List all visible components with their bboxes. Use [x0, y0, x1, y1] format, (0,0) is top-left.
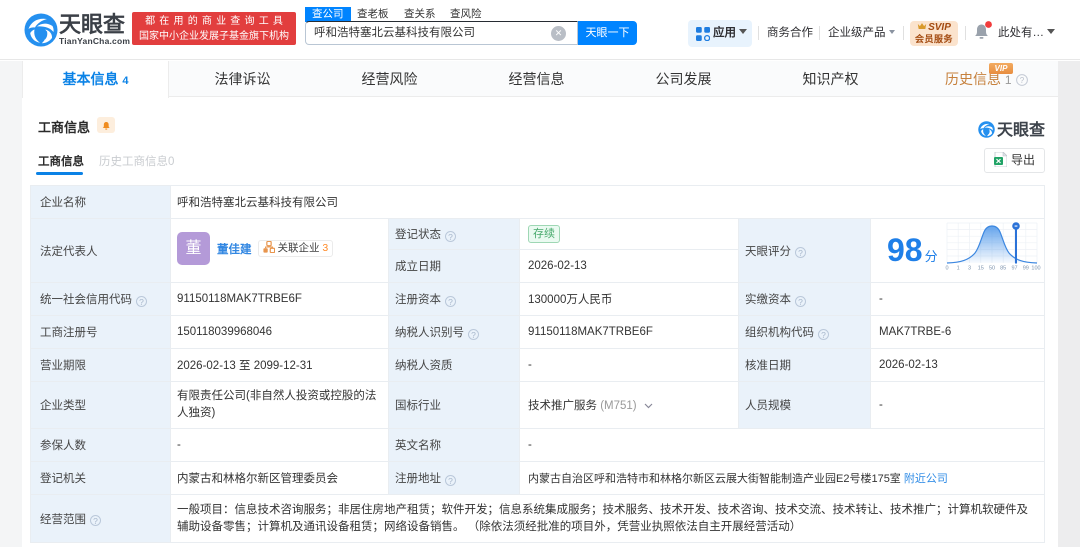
svg-text:1: 1: [957, 266, 960, 272]
svg-text:100: 100: [1031, 266, 1040, 272]
svg-text:3: 3: [968, 266, 971, 272]
svg-text:15: 15: [978, 266, 984, 272]
svg-text:0: 0: [945, 266, 948, 272]
svg-text:97: 97: [1011, 266, 1017, 272]
svg-text:?: ?: [1019, 76, 1024, 85]
svg-text:50: 50: [989, 266, 995, 272]
svg-text:85: 85: [1000, 266, 1006, 272]
svg-text:99: 99: [1023, 266, 1029, 272]
